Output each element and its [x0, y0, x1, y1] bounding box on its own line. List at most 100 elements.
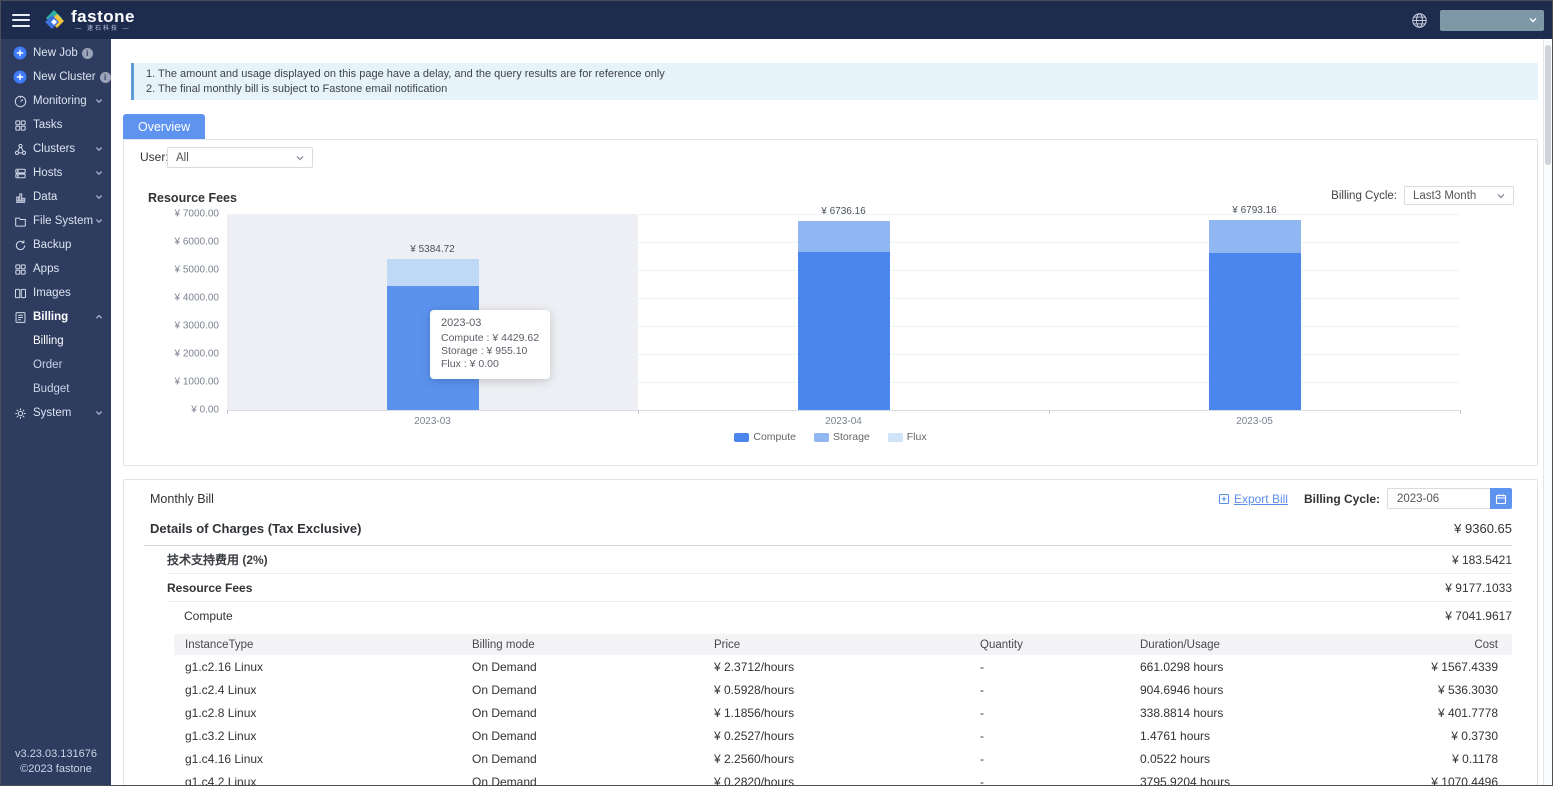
table-cell: g1.c2.4 Linux — [185, 682, 257, 697]
sidebar-item-file-system[interactable]: File System — [1, 209, 111, 233]
scrollbar-thumb[interactable] — [1545, 45, 1551, 165]
sidebar-item-monitoring[interactable]: Monitoring — [1, 89, 111, 113]
y-axis-label: ¥ 0.00 — [191, 404, 219, 416]
billing-cycle-select[interactable]: Last3 Month — [1404, 186, 1514, 205]
sidebar-item-label: Clusters — [33, 143, 76, 155]
legend-label: Storage — [832, 431, 870, 443]
table-cell: ¥ 0.5928/hours — [714, 682, 795, 697]
table-row[interactable]: g1.c2.8 Linux On Demand ¥ 1.1856/hours - 338… — [174, 701, 1512, 724]
calendar-button[interactable] — [1490, 488, 1512, 509]
tooltip-title: 2023-03 — [441, 317, 482, 329]
table-row[interactable]: g1.c4.2 Linux On Demand ¥ 0.2820/hours - 379… — [174, 770, 1512, 786]
table-row[interactable]: g1.c3.2 Linux On Demand ¥ 0.2527/hours - 1.4… — [174, 724, 1512, 747]
folder-icon — [13, 214, 27, 228]
bill-row-label: 技术支持费用 (2%) — [167, 553, 268, 567]
bill-row-value: ¥ 7041.9617 — [1445, 609, 1512, 623]
table-row[interactable]: g1.c2.4 Linux On Demand ¥ 0.5928/hours - 904… — [174, 678, 1512, 701]
legend-item-compute[interactable]: Compute — [734, 431, 796, 443]
sidebar-item-budget[interactable]: Budget — [1, 377, 111, 401]
details-of-charges-total: ¥ 9360.65 — [1454, 521, 1512, 536]
sidebar-item-new-cluster[interactable]: New Cluster i — [1, 65, 111, 89]
bar-total-label: ¥ 6736.16 — [821, 206, 866, 218]
table-cell: - — [980, 751, 984, 766]
sidebar-item-label: Apps — [33, 263, 60, 275]
table-cell: g1.c2.8 Linux — [185, 705, 257, 720]
bill-summary-row: Compute ¥ 7041.9617 — [167, 602, 1512, 630]
x-axis-label: 2023-04 — [825, 416, 862, 427]
tooltip-row: Storage : ¥ 955.10 — [441, 345, 528, 357]
chart-legend: Compute Storage Flux — [124, 431, 1537, 443]
plus-circle-icon — [13, 70, 27, 84]
bar-segment-compute-2023-05[interactable] — [1208, 253, 1301, 410]
sidebar-item-clusters[interactable]: Clusters — [1, 137, 111, 161]
column-header-price: Price — [714, 638, 741, 651]
sidebar-item-tasks[interactable]: Tasks — [1, 113, 111, 137]
sidebar-item-label: Budget — [33, 383, 70, 395]
table-cell: On Demand — [472, 774, 537, 786]
y-axis-label: ¥ 1000.00 — [174, 376, 220, 388]
column-header-quantity: Quantity — [980, 638, 1023, 651]
tab-overview[interactable]: Overview — [123, 114, 206, 139]
table-row[interactable]: g1.c2.16 Linux On Demand ¥ 2.3712/hours - 66… — [174, 655, 1512, 678]
sidebar-item-apps[interactable]: Apps — [1, 257, 111, 281]
info-badge-icon: i — [81, 47, 93, 59]
table-header-row: InstanceType Billing mode Price Quantity Dur… — [174, 634, 1512, 655]
legend-item-storage[interactable]: Storage — [813, 431, 870, 443]
export-bill-link[interactable]: Export Bill — [1218, 492, 1288, 506]
bill-summary-row: 技术支持费用 (2%) ¥ 183.5421 — [167, 546, 1512, 574]
app-version: v3.23.03.131676 — [15, 748, 97, 760]
table-cell: - — [980, 774, 984, 786]
bar-segment-storage-2023-04[interactable] — [797, 221, 890, 252]
chevron-down-icon — [295, 153, 305, 163]
chevron-down-icon — [1496, 191, 1506, 201]
table-cell: - — [980, 705, 984, 720]
bar-segment-storage-2023-05[interactable] — [1208, 219, 1301, 254]
sidebar-item-backup[interactable]: Backup — [1, 233, 111, 257]
account-select[interactable] — [1440, 9, 1544, 31]
bar-segment-compute-2023-04[interactable] — [797, 251, 890, 410]
x-axis-tick — [1049, 410, 1050, 414]
bar-segment-storage-2023-03[interactable] — [386, 259, 479, 286]
chevron-down-icon — [95, 145, 103, 153]
table-row[interactable]: g1.c4.16 Linux On Demand ¥ 2.2560/hours - 0.… — [174, 747, 1512, 770]
sidebar-item-order[interactable]: Order — [1, 353, 111, 377]
table-cell: ¥ 1.1856/hours — [714, 705, 795, 720]
sidebar-item-label: Monitoring — [33, 95, 87, 107]
table-cell: 0.0522 hours — [1140, 751, 1211, 766]
legend-item-flux[interactable]: Flux — [887, 431, 927, 443]
sidebar-item-hosts[interactable]: Hosts — [1, 161, 111, 185]
x-axis-label: 2023-05 — [1236, 416, 1273, 427]
table-cell: ¥ 2.3712/hours — [714, 659, 795, 674]
sidebar-item-system[interactable]: System — [1, 401, 111, 425]
sidebar-item-label: Hosts — [33, 167, 63, 179]
y-axis-label: ¥ 5000.00 — [174, 264, 220, 276]
sidebar-item-data[interactable]: Data — [1, 185, 111, 209]
language-globe-icon[interactable] — [1411, 12, 1428, 29]
sidebar-item-label: Tasks — [33, 119, 63, 131]
legend-swatch-icon — [887, 432, 903, 442]
gauge-icon — [13, 94, 27, 108]
server-icon — [13, 166, 27, 180]
legend-swatch-icon — [813, 432, 829, 442]
sidebar-item-new-job[interactable]: New Job i — [1, 41, 111, 65]
bill-cycle-date-input[interactable]: 2023-06 — [1387, 488, 1490, 509]
chevron-down-icon — [1529, 18, 1537, 23]
sidebar-item-billing-sub[interactable]: Billing — [1, 329, 111, 353]
hamburger-menu-icon[interactable] — [12, 13, 30, 27]
sidebar-item-images[interactable]: Images — [1, 281, 111, 305]
export-icon — [1218, 493, 1230, 504]
bar-total-label: ¥ 5384.72 — [410, 244, 455, 256]
table-cell: - — [980, 682, 984, 697]
table-cell: g1.c3.2 Linux — [185, 728, 257, 743]
user-select[interactable]: All — [167, 147, 313, 168]
brand-tagline: — 速石科技 — — [75, 25, 131, 32]
sidebar-item-billing[interactable]: Billing — [1, 305, 111, 329]
sidebar-item-label: New Job — [33, 47, 78, 59]
column-header-cost: Cost — [1474, 638, 1498, 651]
vertical-scrollbar[interactable] — [1543, 39, 1552, 785]
bill-summary-row: Resource Fees ¥ 9177.1033 — [167, 574, 1512, 602]
column-header-billing-mode: Billing mode — [472, 638, 535, 651]
table-cell: - — [980, 728, 984, 743]
monthly-bill-title: Monthly Bill — [150, 491, 214, 506]
bill-row-label: Resource Fees — [167, 580, 253, 595]
